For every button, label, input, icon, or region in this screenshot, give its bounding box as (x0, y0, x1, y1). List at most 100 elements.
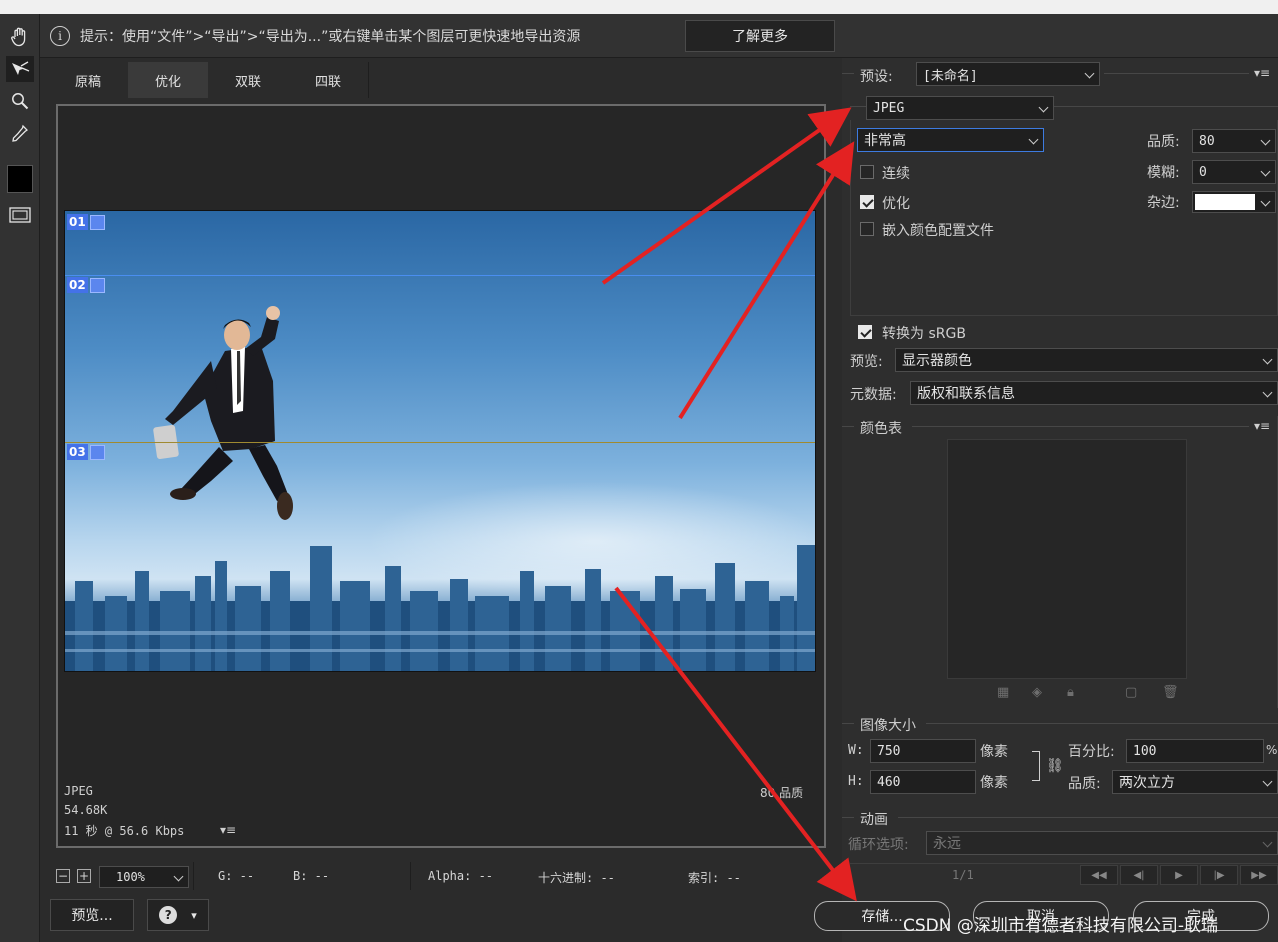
slice-label[interactable]: 03 (67, 444, 105, 460)
matte-label: 杂边: (1147, 195, 1180, 211)
chevron-down-icon (1028, 134, 1039, 145)
new-color-icon[interactable]: ▢ (1125, 685, 1137, 700)
lock-color-icon[interactable]: 🔒︎ (1067, 685, 1074, 700)
web-shift-cube-icon[interactable]: ◈ (1032, 685, 1042, 700)
hint-bar: i 提示：使用“文件”>“导出”>“导出为...”或右键单击某个图层可更快速地导… (40, 14, 1278, 58)
status-alpha: Alpha: -- (428, 869, 494, 883)
play-icon[interactable]: ▶ (1160, 865, 1198, 885)
optimize-settings-panel: 预设: [未命名] ▾≡ JPEG 非常高 品质: 80 连续 模糊: 0 优化… (842, 58, 1278, 942)
status-hex: 十六进制: -- (538, 871, 615, 885)
animation-title: 动画 (860, 812, 888, 828)
eyedropper-color-swatch[interactable] (6, 164, 34, 194)
embed-profile-checkbox[interactable] (860, 222, 874, 236)
panel-menu-icon[interactable]: ▾≡ (1254, 66, 1270, 80)
view-tabs: 原稿 优化 双联 四联 (48, 62, 834, 98)
progressive-label: 连续 (882, 166, 910, 182)
optimized-checkbox[interactable] (860, 195, 874, 209)
zoom-in-icon[interactable]: + (77, 869, 91, 883)
blur-value: 0 (1199, 164, 1207, 180)
map-transparent-icon[interactable]: ▦ (997, 685, 1009, 700)
chevron-down-icon (1262, 776, 1273, 787)
toggle-slice-visibility-icon[interactable] (6, 202, 34, 228)
percent-label: 百分比: (1068, 744, 1115, 760)
chevron-down-icon (1262, 837, 1273, 848)
tab-original[interactable]: 原稿 (48, 62, 129, 98)
metadata-label: 元数据: (850, 387, 897, 403)
height-input[interactable]: 460 (870, 770, 976, 794)
eyedropper-tool-icon[interactable] (6, 120, 34, 146)
zoom-out-icon[interactable]: − (56, 869, 70, 883)
tab-4-up[interactable]: 四联 (288, 62, 369, 98)
next-frame-icon[interactable]: |▶ (1200, 865, 1238, 885)
metadata-select[interactable]: 版权和联系信息 (910, 381, 1278, 405)
preset-label: 预设: (860, 69, 893, 85)
compression-quality-select[interactable]: 非常高 (857, 128, 1044, 152)
preview-image[interactable]: 01 02 03 (64, 210, 816, 672)
preset-value: [未命名] (923, 68, 978, 84)
percent-unit: % (1266, 743, 1278, 757)
chevron-down-icon (1260, 196, 1271, 207)
slice-number: 02 (67, 277, 88, 293)
matte-select[interactable] (1192, 191, 1276, 213)
preview-mode-value: 显示器颜色 (902, 353, 972, 369)
tools-panel (0, 14, 40, 942)
width-input[interactable]: 750 (870, 739, 976, 763)
browser-select-button[interactable]: ? ▾ (147, 899, 209, 931)
zoom-tool-icon[interactable] (6, 88, 34, 114)
last-frame-icon[interactable]: ▶▶ (1240, 865, 1278, 885)
preview-browser-button[interactable]: 预览... (50, 899, 134, 931)
chevron-down-icon (1084, 68, 1095, 79)
tab-2-up[interactable]: 双联 (208, 62, 289, 98)
browser-globe-icon: ? (159, 906, 178, 924)
progressive-checkbox[interactable] (860, 165, 874, 179)
first-frame-icon[interactable]: ◀◀ (1080, 865, 1118, 885)
info-file-size: 54.68K (64, 803, 108, 817)
resample-quality-select[interactable]: 两次立方 (1112, 770, 1278, 794)
convert-srgb-label: 转换为 sRGB (882, 326, 966, 342)
blur-label: 模糊: (1147, 165, 1180, 181)
learn-more-button[interactable]: 了解更多 (685, 20, 835, 52)
slice-select-tool-icon[interactable] (6, 56, 34, 82)
watermark-text: CSDN @深圳市有德者科技有限公司-耿瑞 (903, 916, 1219, 936)
loop-options-value: 永远 (933, 836, 961, 852)
hand-tool-icon[interactable] (6, 24, 34, 50)
preview-mode-label: 预览: (850, 354, 883, 370)
status-divider (193, 862, 194, 890)
status-g: G: -- (218, 869, 255, 883)
info-quality: 80 品质 (760, 786, 804, 800)
playback-controls: ◀◀ ◀| ▶ |▶ ▶▶ (1080, 865, 1278, 885)
preview-mode-select[interactable]: 显示器颜色 (895, 348, 1278, 372)
previous-frame-icon[interactable]: ◀| (1120, 865, 1158, 885)
zoom-select[interactable]: 100% (99, 866, 189, 888)
resample-quality-label: 品质: (1068, 776, 1101, 792)
trash-icon[interactable]: 🗑︎ (1162, 685, 1179, 700)
slice-number: 01 (67, 214, 88, 230)
city-skyline (65, 545, 815, 671)
tab-optimized[interactable]: 优化 (128, 62, 209, 98)
panel-divider (842, 73, 854, 74)
blur-input[interactable]: 0 (1192, 160, 1276, 184)
embed-profile-label: 嵌入颜色配置文件 (882, 223, 994, 239)
file-format-value: JPEG (873, 100, 905, 116)
convert-srgb-checkbox[interactable] (858, 325, 872, 339)
slice-label[interactable]: 01 (67, 214, 105, 230)
slice-label[interactable]: 02 (67, 277, 105, 293)
info-format: JPEG (64, 784, 93, 798)
status-divider (410, 862, 411, 890)
slice-divider (65, 275, 815, 276)
color-table-grid (947, 439, 1187, 679)
preset-select[interactable]: [未命名] (916, 62, 1100, 86)
loop-options-select[interactable]: 永远 (926, 831, 1278, 855)
compression-quality-value: 非常高 (864, 133, 906, 149)
window-title-strip (0, 0, 1278, 14)
chevron-down-icon (1260, 135, 1271, 146)
quality-input[interactable]: 80 (1192, 129, 1276, 153)
panel-divider (1104, 73, 1249, 74)
info-menu-icon[interactable]: ▾≡ (220, 823, 240, 837)
panel-divider (926, 723, 1278, 724)
link-chain-icon[interactable]: ⛓︎ (1046, 758, 1064, 774)
info-icon: i (50, 26, 70, 46)
loop-options-label: 循环选项: (848, 837, 909, 853)
percent-input[interactable]: 100 (1126, 739, 1264, 763)
file-format-select[interactable]: JPEG (866, 96, 1054, 120)
